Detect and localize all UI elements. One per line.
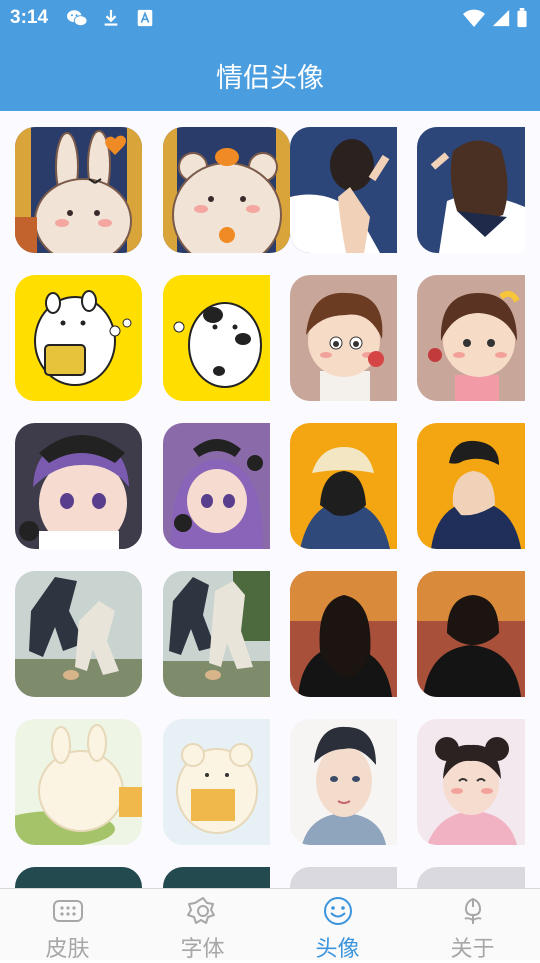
- anime-girl-avatar[interactable]: [417, 719, 540, 845]
- sunset-boy-avatar[interactable]: [417, 571, 540, 697]
- download-icon: [104, 9, 118, 26]
- page-title: 情侣头像: [216, 63, 324, 94]
- avatar-grid[interactable]: [0, 111, 540, 888]
- signal-icon: [492, 9, 510, 27]
- wifi-icon: [463, 9, 485, 27]
- bunny-avatar[interactable]: [15, 127, 142, 253]
- sunset-girl-avatar[interactable]: [290, 571, 417, 697]
- bear-book-avatar[interactable]: [163, 719, 290, 845]
- tab-skin-label: 皮肤: [45, 937, 90, 962]
- bottom-nav: 皮肤 字体 头像 关于: [0, 888, 540, 962]
- tab-font-label: 字体: [180, 937, 225, 962]
- app-bar: 情侣头像: [0, 36, 540, 111]
- bear-avatar[interactable]: [163, 127, 290, 253]
- photo-couple-left-avatar[interactable]: [15, 571, 142, 697]
- status-time: 3:14: [10, 7, 49, 28]
- tab-about[interactable]: 关于: [405, 889, 540, 962]
- hoodie-boy-avatar[interactable]: [417, 423, 540, 549]
- cartoon-boy-avatar[interactable]: [290, 275, 417, 401]
- smiley-icon: [323, 897, 352, 925]
- kuromi-boy-avatar[interactable]: [15, 423, 142, 549]
- tab-about-label: 关于: [450, 937, 495, 962]
- tab-avatar[interactable]: 头像: [270, 889, 405, 962]
- partial-avatar-3[interactable]: [290, 867, 417, 888]
- tab-avatar-label: 头像: [315, 937, 360, 962]
- tulip-icon: [463, 897, 482, 924]
- tab-font[interactable]: 字体: [135, 889, 270, 962]
- grid-icon: [52, 900, 83, 922]
- status-bar: 3:14: [0, 0, 540, 36]
- tab-skin[interactable]: 皮肤: [0, 889, 135, 962]
- photo-couple-right-avatar[interactable]: [163, 571, 290, 697]
- boy-back-avatar[interactable]: [290, 127, 417, 253]
- spotted-cat-avatar[interactable]: [163, 275, 290, 401]
- flower-gear-icon: [186, 897, 215, 924]
- cartoon-girl-avatar[interactable]: [417, 275, 540, 401]
- girl-back-avatar[interactable]: [417, 127, 540, 253]
- wechat-icon: [67, 10, 88, 27]
- kuromi-girl-avatar[interactable]: [163, 423, 290, 549]
- battery-icon: [517, 8, 527, 28]
- fluffy-bunny-avatar[interactable]: [15, 719, 142, 845]
- white-dog-avatar[interactable]: [15, 275, 142, 401]
- bucket-hat-avatar[interactable]: [290, 423, 417, 549]
- partial-avatar-1[interactable]: [15, 867, 142, 888]
- font-app-icon: [137, 9, 153, 27]
- partial-avatar-2[interactable]: [163, 867, 290, 888]
- anime-boy-avatar[interactable]: [290, 719, 417, 845]
- partial-avatar-4[interactable]: [417, 867, 540, 888]
